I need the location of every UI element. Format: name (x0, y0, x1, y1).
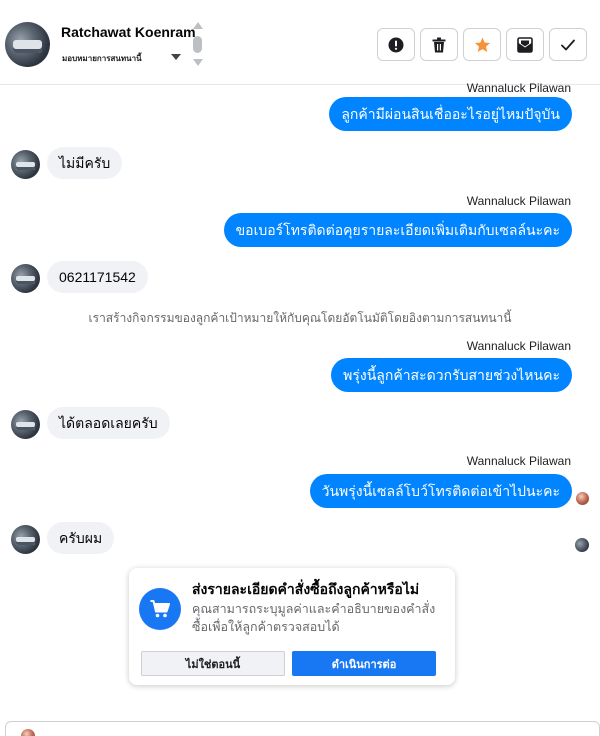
outgoing-message[interactable]: ขอเบอร์โทรติดต่อคุยรายละเอียดเพิ่มเติมกั… (223, 213, 572, 247)
incoming-message[interactable]: ครับผม (47, 522, 115, 554)
mark-done-button[interactable] (549, 28, 587, 61)
outgoing-message[interactable]: ลูกค้ามีผ่อนสินเชื่ออะไรอยู่ไหมปัจุบัน (329, 97, 572, 131)
conversation-header: Ratchawat Koenram มอบหมายการสนทนานี้ (0, 0, 600, 85)
read-receipt-avatar (575, 538, 589, 552)
conversation-actions (377, 28, 587, 61)
incoming-message[interactable]: ได้ตลอดเลยครับ (47, 407, 170, 439)
star-icon (474, 37, 490, 52)
prompt-description: คุณสามารถระบุมูลค่าและคำอธิบายของคำสั่งซ… (192, 602, 436, 634)
seen-indicator-avatar (576, 492, 589, 505)
report-icon (388, 37, 404, 52)
assign-conversation-label[interactable]: มอบหมายการสนทนานี้ (62, 52, 142, 65)
delete-button[interactable] (420, 28, 458, 61)
outgoing-message[interactable]: วันพรุ่งนี้เซลล์โบว์โทรติดต่อเข้าไปนะคะ (309, 474, 572, 508)
prompt-title: ส่งรายละเอียดคำสั่งซื้อถึงลูกค้าหรือไม่ (192, 581, 420, 597)
chevron-down-icon[interactable] (171, 54, 181, 60)
trash-icon (432, 37, 446, 52)
user-avatar (21, 729, 35, 736)
shopping-cart-icon (139, 588, 181, 630)
mark-unread-button[interactable] (506, 28, 544, 61)
scroll-thumb[interactable] (193, 36, 202, 53)
incoming-message[interactable]: 0621171542 (47, 261, 148, 293)
contact-name[interactable]: Ratchawat Koenram (61, 24, 196, 40)
not-now-button[interactable]: ไม่ใช่ตอนนี้ (141, 651, 285, 676)
message-sender: Wannaluck Pilawan (466, 194, 571, 208)
contact-avatar-small[interactable] (11, 525, 40, 554)
scroll-indicator[interactable] (192, 22, 204, 68)
incoming-message[interactable]: ไม่มีครับ (47, 147, 123, 179)
star-button[interactable] (463, 28, 501, 61)
contact-avatar-small[interactable] (11, 150, 40, 179)
order-details-prompt: ส่งรายละเอียดคำสั่งซื้อถึงลูกค้าหรือไม่ … (129, 568, 455, 685)
contact-avatar-small[interactable] (11, 410, 40, 439)
check-icon (561, 39, 575, 50)
outgoing-message[interactable]: พรุ่งนี้ลูกค้าสะดวกรับสายช่วงไหนคะ (331, 358, 572, 392)
message-sender: Wannaluck Pilawan (466, 454, 571, 468)
contact-avatar[interactable] (5, 22, 50, 67)
envelope-icon (517, 36, 533, 53)
message-sender: Wannaluck Pilawan (466, 81, 571, 95)
scroll-down-icon[interactable] (193, 59, 203, 66)
system-note: เราสร้างกิจกรรมของลูกค้าเป้าหมายให้กับคุ… (88, 311, 512, 325)
message-sender: Wannaluck Pilawan (466, 339, 571, 353)
contact-avatar-small[interactable] (11, 264, 40, 293)
scroll-up-icon[interactable] (193, 22, 203, 29)
report-button[interactable] (377, 28, 415, 61)
message-composer[interactable] (5, 721, 600, 736)
continue-button[interactable]: ดำเนินการต่อ (292, 651, 436, 676)
